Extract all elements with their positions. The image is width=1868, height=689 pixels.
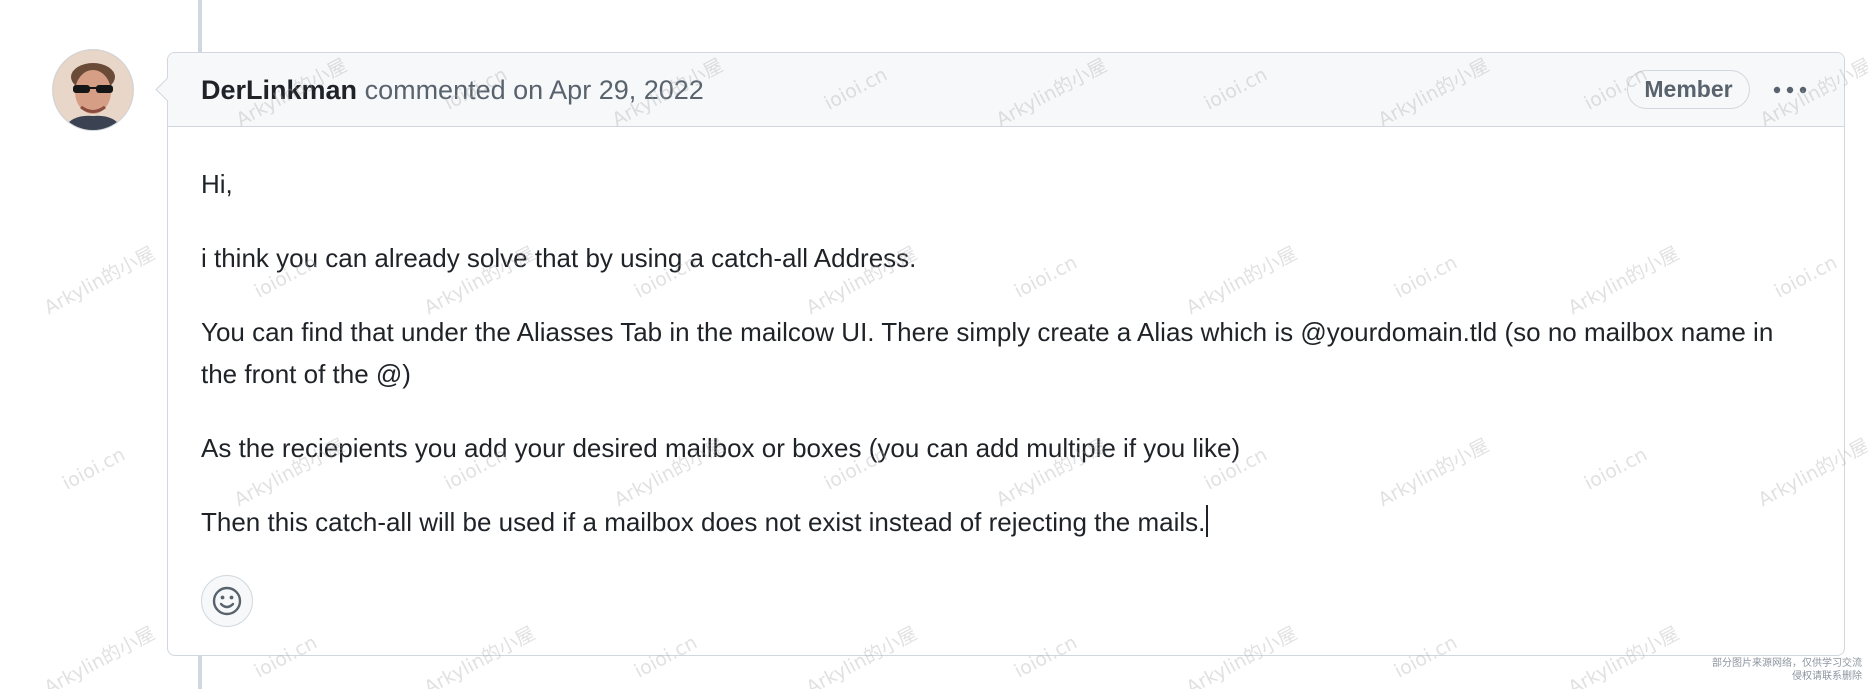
copyright-note-line1: 部分图片来源网络，仅供学习交流 <box>1712 658 1862 669</box>
comment-header-text: DerLinkman commented on Apr 29, 2022 <box>201 73 704 107</box>
comment-paragraph-last: Then this catch-all will be used if a ma… <box>201 501 1801 543</box>
smiley-icon <box>212 586 242 616</box>
watermark: ioioi.cn <box>58 443 129 495</box>
text-cursor <box>1206 505 1209 537</box>
add-reaction-button[interactable] <box>201 575 253 627</box>
comment-timestamp[interactable]: commented on Apr 29, 2022 <box>365 75 704 105</box>
member-role-badge: Member <box>1627 70 1750 109</box>
watermark: Arkylin的小屋 <box>40 622 159 689</box>
comment-paragraph: Hi, <box>201 169 233 199</box>
issue-timeline: DerLinkman commented on Apr 29, 2022 Mem… <box>0 0 1868 689</box>
comment-author-link[interactable]: DerLinkman <box>201 75 357 105</box>
comment-header: DerLinkman commented on Apr 29, 2022 Mem… <box>168 53 1844 127</box>
comment-paragraph-text: Then this catch-all will be used if a ma… <box>201 507 1206 537</box>
comment-card: DerLinkman commented on Apr 29, 2022 Mem… <box>167 52 1845 656</box>
comment-paragraph: As the reciepients you add your desired … <box>201 433 1241 463</box>
avatar-image <box>53 50 133 130</box>
comment-paragraph: i think you can already solve that by us… <box>201 243 917 273</box>
kebab-horizontal-icon <box>1773 86 1807 93</box>
copyright-note: 部分图片来源网络，仅供学习交流 侵权请联系删除 <box>1712 657 1862 683</box>
copyright-note-line2: 侵权请联系删除 <box>1792 671 1862 682</box>
watermark: Arkylin的小屋 <box>40 242 159 320</box>
more-options-button[interactable] <box>1768 70 1812 109</box>
comment-body: Hi, i think you can already solve that b… <box>201 163 1801 575</box>
comment-paragraph: You can find that under the Aliasses Tab… <box>201 317 1774 389</box>
user-avatar[interactable] <box>52 49 134 131</box>
